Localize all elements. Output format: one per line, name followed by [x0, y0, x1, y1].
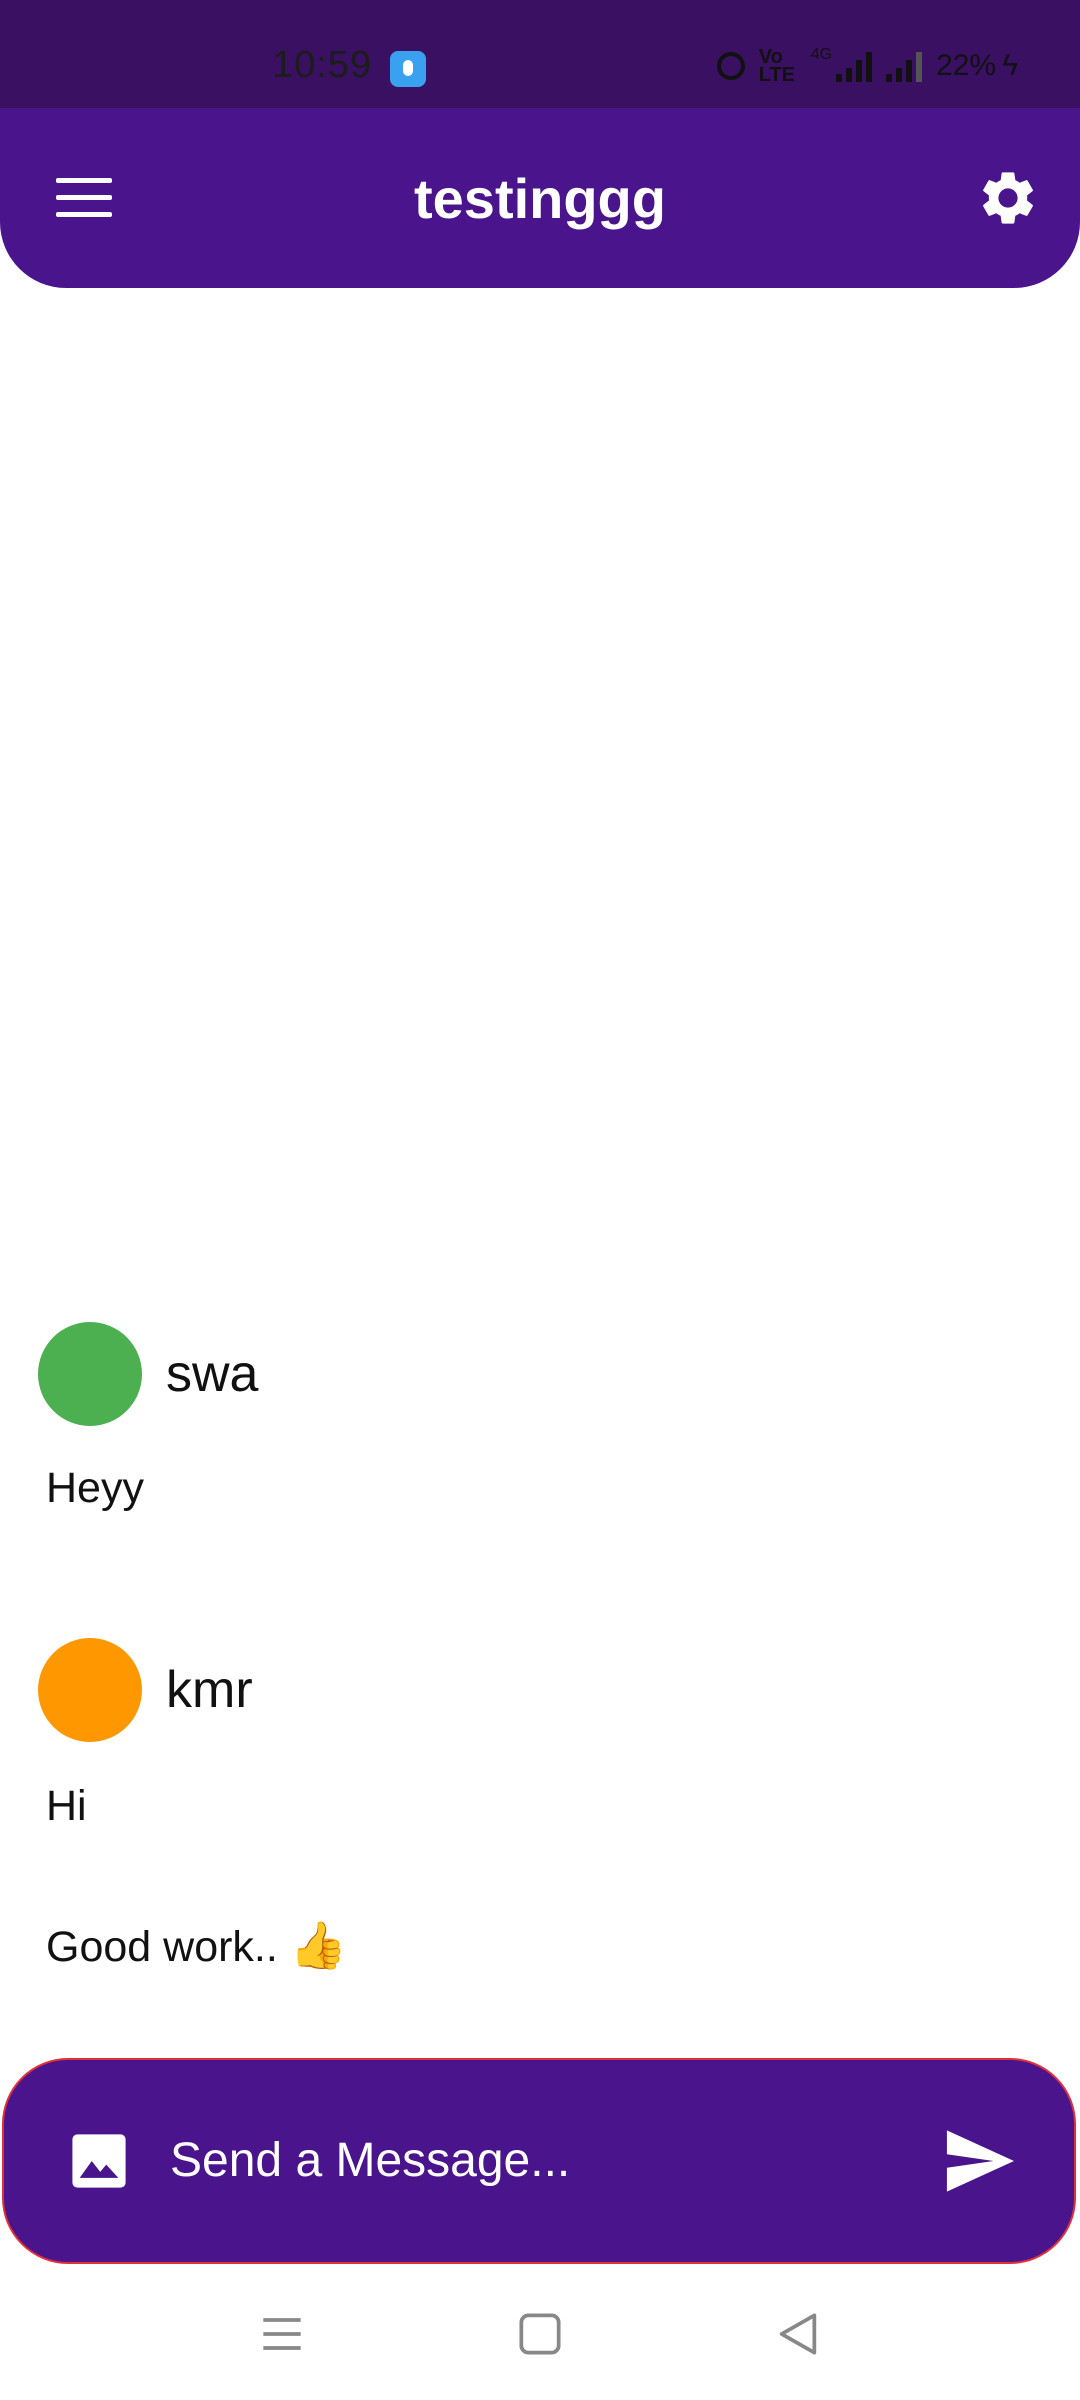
sender-name: kmr: [166, 1661, 253, 1719]
status-bar: 10:59 Vo LTE 4G 22% ϟ: [0, 0, 1080, 108]
settings-button[interactable]: [976, 166, 1040, 230]
status-icons: Vo LTE 4G 22% ϟ: [716, 46, 1018, 86]
recent-apps-icon: [263, 2318, 301, 2350]
avatar[interactable]: [38, 1638, 142, 1742]
home-icon: [519, 2313, 561, 2355]
send-button[interactable]: [944, 2130, 1014, 2192]
volte-icon: Vo LTE: [758, 46, 796, 86]
message-text: Hi: [46, 1782, 87, 1830]
network-type-label: 4G: [810, 46, 833, 63]
app-notification-icon: [390, 51, 426, 87]
send-icon: [946, 2130, 1014, 2192]
message-text: Heyy: [46, 1464, 144, 1512]
status-time: 10:59: [272, 44, 373, 86]
system-nav-bar: [0, 2264, 1080, 2400]
image-icon: [72, 2134, 126, 2188]
charging-icon: ϟ: [1002, 49, 1018, 82]
message-text: Good work..: [46, 1923, 278, 1971]
thumbs-up-emoji: 👍: [289, 1918, 348, 1972]
gear-icon: [983, 172, 1033, 224]
sender-name: swa: [166, 1345, 259, 1403]
battery-percentage: 22%: [936, 49, 997, 82]
signal-icon: [886, 50, 923, 82]
attach-image-button[interactable]: [70, 2132, 128, 2190]
message-sender[interactable]: swa: [38, 1322, 258, 1426]
alarm-icon: [716, 52, 745, 80]
message-sender[interactable]: kmr: [38, 1638, 253, 1742]
back-icon: [779, 2313, 817, 2355]
home-button[interactable]: [512, 2306, 568, 2362]
avatar[interactable]: [38, 1322, 142, 1426]
message-row: Good work.. 👍: [46, 1918, 347, 1973]
message-list: swa Heyy kmr Hi Good work.. 👍: [0, 288, 1080, 2058]
message-composer: [2, 2058, 1076, 2264]
back-button[interactable]: [770, 2306, 826, 2362]
app-bar: testinggg: [0, 108, 1080, 288]
chat-title: testinggg: [414, 167, 666, 230]
message-input[interactable]: [170, 2110, 870, 2210]
signal-icon: [836, 50, 873, 82]
chat-screen: 10:59 Vo LTE 4G 22% ϟ testinggg swa Heyy…: [0, 0, 1080, 2400]
recent-apps-button[interactable]: [254, 2306, 310, 2362]
